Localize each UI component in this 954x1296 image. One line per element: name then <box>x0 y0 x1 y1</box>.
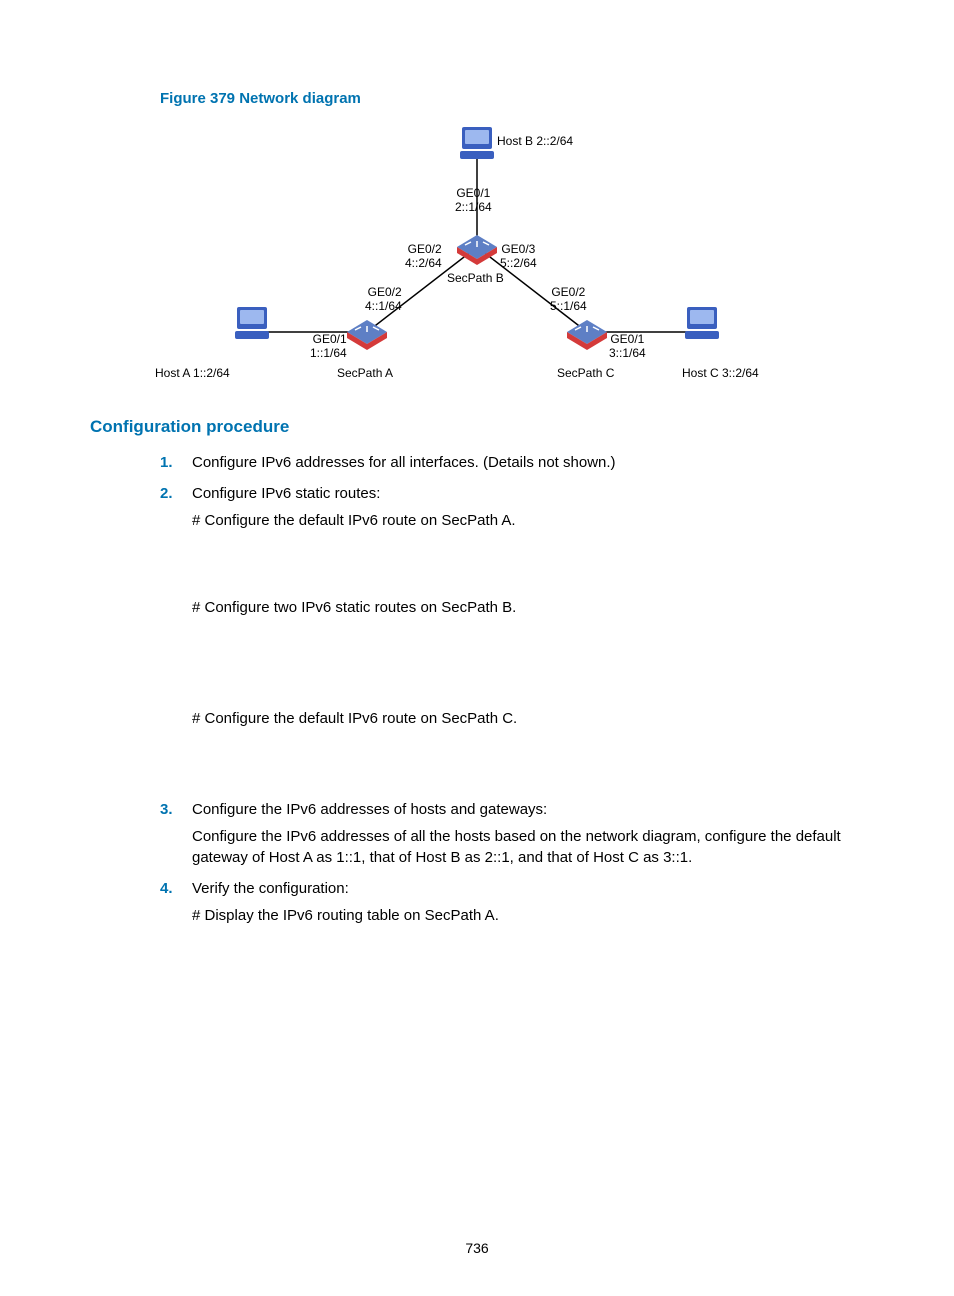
page-number: 736 <box>0 1240 954 1256</box>
step-2-sub3: # Configure the default IPv6 route on Se… <box>192 708 864 729</box>
label-secpath-a: SecPath A <box>337 367 393 381</box>
step-text: Configure the IPv6 addresses of hosts an… <box>192 801 547 818</box>
step-3: 3. Configure the IPv6 addresses of hosts… <box>160 799 864 868</box>
label-ge02-aright: GE0/2 4::1/64 <box>365 286 402 314</box>
step-text: Configure IPv6 addresses for all interfa… <box>192 454 616 471</box>
step-number: 4. <box>160 878 173 899</box>
step-2-sub1: # Configure the default IPv6 route on Se… <box>192 510 864 531</box>
step-number: 2. <box>160 483 173 504</box>
label-ge01-top: GE0/1 2::1/64 <box>455 187 492 215</box>
secpath-c-icon <box>567 320 607 350</box>
step-2-sub2: # Configure two IPv6 static routes on Se… <box>192 597 864 618</box>
diagram-svg <box>157 117 797 387</box>
label-ge01-c: GE0/1 3::1/64 <box>609 333 646 361</box>
step-number: 1. <box>160 452 173 473</box>
secpath-a-icon <box>347 320 387 350</box>
label-secpath-c: SecPath C <box>557 367 614 381</box>
procedure-list: 1. Configure IPv6 addresses for all inte… <box>160 452 864 926</box>
host-b-icon <box>460 127 494 159</box>
step-3-sub1: Configure the IPv6 addresses of all the … <box>192 826 864 868</box>
label-host-b: Host B 2::2/64 <box>497 135 573 149</box>
label-ge02-bleft: GE0/2 4::2/64 <box>405 243 442 271</box>
step-text: Verify the configuration: <box>192 880 349 897</box>
step-1: 1. Configure IPv6 addresses for all inte… <box>160 452 864 473</box>
secpath-b-icon <box>457 235 497 265</box>
label-ge01-a: GE0/1 1::1/64 <box>310 333 347 361</box>
step-4: 4. Verify the configuration: # Display t… <box>160 878 864 926</box>
step-2: 2. Configure IPv6 static routes: # Confi… <box>160 483 864 789</box>
label-host-a: Host A 1::2/64 <box>155 367 230 381</box>
figure-title: Figure 379 Network diagram <box>160 90 864 107</box>
page: Figure 379 Network diagram <box>0 0 954 1296</box>
step-number: 3. <box>160 799 173 820</box>
label-host-c: Host C 3::2/64 <box>682 367 759 381</box>
network-diagram: Host B 2::2/64 GE0/1 2::1/64 GE0/2 4::2/… <box>90 117 864 387</box>
host-a-icon <box>235 307 269 339</box>
step-text: Configure IPv6 static routes: <box>192 485 380 502</box>
host-c-icon <box>685 307 719 339</box>
label-secpath-b: SecPath B <box>447 272 504 286</box>
label-ge03-bright: GE0/3 5::2/64 <box>500 243 537 271</box>
section-heading: Configuration procedure <box>90 417 864 437</box>
label-ge02-cleft: GE0/2 5::1/64 <box>550 286 587 314</box>
step-4-sub1: # Display the IPv6 routing table on SecP… <box>192 905 864 926</box>
